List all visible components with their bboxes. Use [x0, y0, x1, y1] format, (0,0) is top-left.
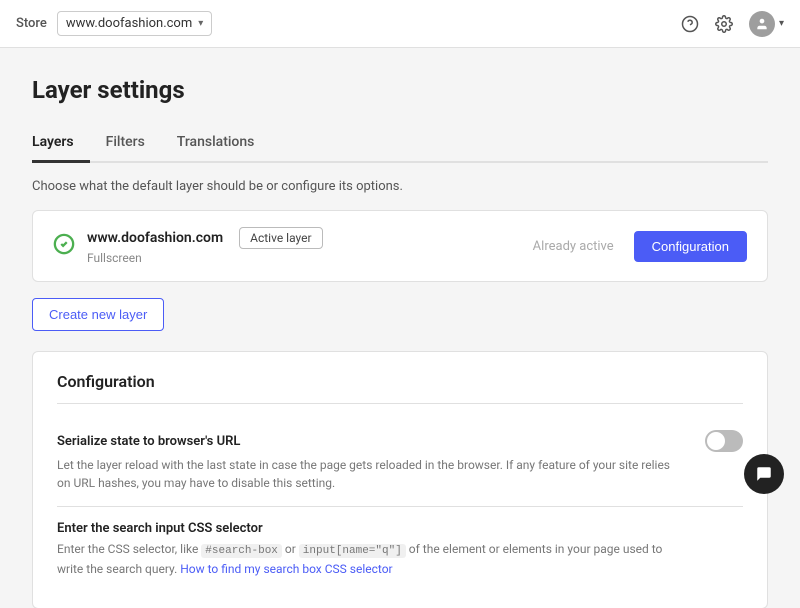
- check-circle-icon: [53, 233, 75, 260]
- toggle-thumb: [707, 432, 725, 450]
- config-item-serialize-desc: Let the layer reload with the last state…: [57, 456, 677, 492]
- user-menu[interactable]: ▾: [749, 11, 784, 37]
- config-item-css-selector-title: Enter the search input CSS selector: [57, 521, 743, 536]
- config-section: Configuration Serialize state to browser…: [32, 351, 768, 608]
- avatar: [749, 11, 775, 37]
- main-content: Layer settings Layers Filters Translatio…: [0, 48, 800, 608]
- store-url: www.doofashion.com: [66, 16, 192, 31]
- config-item-serialize-title: Serialize state to browser's URL: [57, 430, 743, 452]
- configuration-button[interactable]: Configuration: [634, 231, 747, 262]
- chevron-down-icon: ▾: [198, 18, 203, 29]
- layer-info: www.doofashion.com Active layer Fullscre…: [87, 227, 521, 265]
- store-label: Store: [16, 16, 47, 31]
- settings-icon[interactable]: [715, 15, 733, 33]
- serialize-toggle[interactable]: [705, 430, 743, 452]
- config-divider: [57, 506, 743, 507]
- layer-url: www.doofashion.com: [87, 230, 223, 246]
- code-input-name: input[name="q"]: [299, 544, 406, 558]
- config-item-css-selector-desc: Enter the CSS selector, like #search-box…: [57, 540, 677, 578]
- page-title: Layer settings: [32, 76, 768, 104]
- config-item-serialize: Serialize state to browser's URL Let the…: [57, 420, 743, 502]
- tab-layers[interactable]: Layers: [32, 124, 90, 163]
- config-section-title: Configuration: [57, 372, 743, 404]
- layer-card-actions: Already active Configuration: [533, 231, 747, 262]
- config-item-css-selector: Enter the search input CSS selector Ente…: [57, 511, 743, 588]
- store-selector[interactable]: www.doofashion.com ▾: [57, 11, 212, 36]
- tabs: Layers Filters Translations: [32, 124, 768, 163]
- active-layer-badge: Active layer: [239, 227, 322, 249]
- tab-description: Choose what the default layer should be …: [32, 179, 768, 194]
- tab-filters[interactable]: Filters: [90, 124, 161, 163]
- nav-right: ▾: [681, 11, 784, 37]
- tab-translations[interactable]: Translations: [161, 124, 271, 163]
- help-icon[interactable]: [681, 15, 699, 33]
- already-active-text: Already active: [533, 239, 614, 254]
- nav-left: Store www.doofashion.com ▾: [16, 11, 212, 36]
- top-nav: Store www.doofashion.com ▾: [0, 0, 800, 48]
- user-chevron-icon: ▾: [779, 18, 784, 29]
- css-selector-help-link[interactable]: How to find my search box CSS selector: [180, 562, 392, 576]
- layer-type: Fullscreen: [87, 251, 521, 265]
- chat-widget[interactable]: [744, 454, 784, 494]
- code-search-box: #search-box: [201, 544, 282, 558]
- layer-card: www.doofashion.com Active layer Fullscre…: [32, 210, 768, 282]
- create-layer-button[interactable]: Create new layer: [32, 298, 164, 331]
